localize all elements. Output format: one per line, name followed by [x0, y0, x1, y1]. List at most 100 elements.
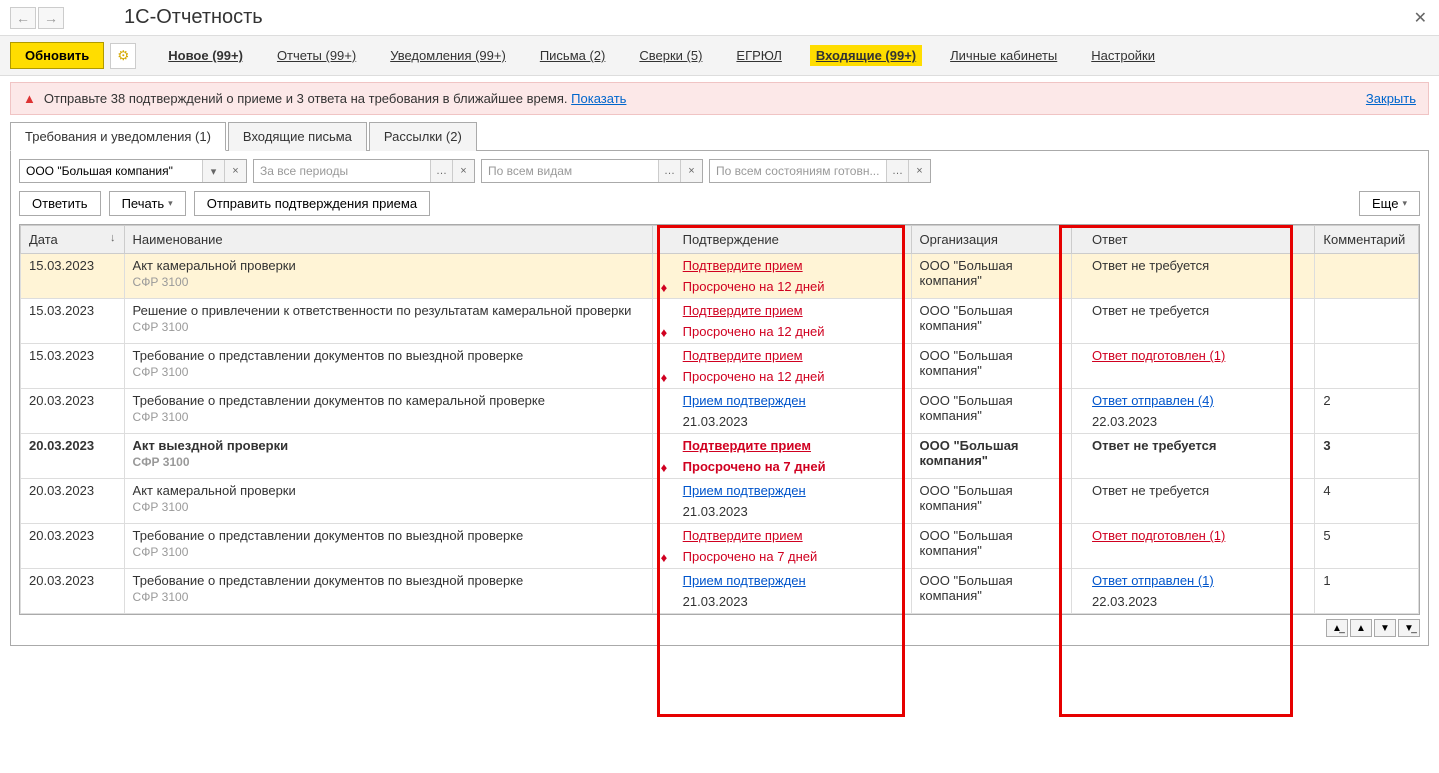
org-text: ООО "Большая компания": [920, 573, 1013, 603]
col-header-com[interactable]: Комментарий: [1315, 226, 1419, 254]
tab-1[interactable]: Входящие письма: [228, 122, 367, 151]
filter-org-dropdown[interactable]: ▾: [202, 160, 224, 182]
nav-link-4[interactable]: Сверки (5): [633, 45, 708, 66]
confirmation-sub: Просрочено на 12 дней: [683, 279, 825, 294]
row-subtitle: СФР 3100: [133, 320, 644, 334]
table-row[interactable]: 15.03.2023 Решение о привлечении к ответс…: [21, 299, 1419, 344]
table-row[interactable]: 15.03.2023Акт камеральной проверкиСФР 31…: [21, 254, 1419, 299]
filter-type-more[interactable]: …: [658, 160, 680, 182]
date-text: 20.03.2023: [29, 393, 116, 408]
cell-comment: 4: [1315, 479, 1419, 524]
table-nav-footer: ▲̲ ▲ ▼ ▼̲: [19, 615, 1420, 637]
confirmation-link[interactable]: Подтвердите прием: [683, 528, 903, 543]
filter-type-input[interactable]: [482, 160, 658, 182]
gear-icon: ⚙: [117, 48, 129, 64]
table-row[interactable]: 15.03.2023Требование о представлении док…: [21, 344, 1419, 389]
cell-org: ООО "Большая компания": [911, 254, 1072, 299]
cell-comment: [1315, 299, 1419, 344]
row-title: Акт камеральной проверки: [133, 258, 644, 273]
filter-period-more[interactable]: …: [430, 160, 452, 182]
answer-link[interactable]: Ответ отправлен (4): [1092, 393, 1306, 408]
nav-link-3[interactable]: Письма (2): [534, 45, 612, 66]
table-row[interactable]: 20.03.2023Акт выездной проверкиСФР 3100♦…: [21, 434, 1419, 479]
confirmation-link[interactable]: Подтвердите прием: [683, 303, 903, 318]
more-button[interactable]: Еще ▾: [1359, 191, 1420, 216]
nav-forward-button[interactable]: →: [38, 7, 64, 29]
col-header-conf[interactable]: Подтверждение: [652, 226, 911, 254]
cell-comment: 1: [1315, 569, 1419, 614]
filter-period-input[interactable]: [254, 160, 430, 182]
date-text: 15.03.2023: [29, 303, 116, 318]
table-row[interactable]: 20.03.2023Требование о представлении док…: [21, 524, 1419, 569]
cell-answer: Ответ подготовлен (1): [1072, 524, 1315, 569]
titlebar: ← → 1С-Отчетность ✕: [0, 0, 1439, 36]
row-title: Требование о представлении документов по…: [133, 528, 644, 543]
answer-link[interactable]: Ответ подготовлен (1): [1092, 528, 1306, 543]
answer-link[interactable]: Ответ подготовлен (1): [1092, 348, 1306, 363]
nav-link-1[interactable]: Отчеты (99+): [271, 45, 362, 66]
filter-period-clear[interactable]: ×: [452, 160, 474, 182]
cell-comment: 3: [1315, 434, 1419, 479]
nav-link-6[interactable]: Входящие (99+): [810, 45, 922, 66]
nav-back-button[interactable]: ←: [10, 7, 36, 29]
filter-type-clear[interactable]: ×: [680, 160, 702, 182]
cell-name: Решение о привлечении к ответственности …: [124, 299, 652, 344]
nav-link-8[interactable]: Настройки: [1085, 45, 1161, 66]
fire-icon: ♦: [661, 460, 675, 475]
reply-button[interactable]: Ответить: [19, 191, 101, 216]
col-header-org[interactable]: Организация: [911, 226, 1072, 254]
scroll-up-button[interactable]: ▲: [1350, 619, 1372, 637]
table-header-row: Дата ↓ Наименование Подтверждение Органи…: [21, 226, 1419, 254]
col-header-ans-label: Ответ: [1092, 232, 1128, 247]
filter-row: ▾ × … × … × … ×: [19, 159, 1420, 183]
filter-org-clear[interactable]: ×: [224, 160, 246, 182]
close-icon[interactable]: ✕: [1414, 8, 1427, 28]
cell-name: Акт камеральной проверкиСФР 3100: [124, 254, 652, 299]
confirmation-link[interactable]: Подтвердите прием: [683, 348, 903, 363]
nav-link-7[interactable]: Личные кабинеты: [944, 45, 1063, 66]
settings-gear-button[interactable]: ⚙: [110, 43, 136, 69]
row-subtitle: СФР 3100: [133, 455, 644, 469]
org-text: ООО "Большая компания": [920, 438, 1019, 468]
table-row[interactable]: 20.03.2023Требование о представлении док…: [21, 569, 1419, 614]
filter-state-clear[interactable]: ×: [908, 160, 930, 182]
filter-org-input[interactable]: [20, 160, 202, 182]
alert-show-link[interactable]: Показать: [571, 91, 626, 106]
cell-org: ООО "Большая компания": [911, 479, 1072, 524]
filter-state-input[interactable]: [710, 160, 886, 182]
answer-link[interactable]: Ответ отправлен (1): [1092, 573, 1306, 588]
refresh-button[interactable]: Обновить: [10, 42, 104, 69]
col-header-date[interactable]: Дата ↓: [21, 226, 125, 254]
row-subtitle: СФР 3100: [133, 545, 644, 559]
col-header-ans[interactable]: Ответ: [1072, 226, 1315, 254]
send-confirmations-button[interactable]: Отправить подтверждения приема: [194, 191, 430, 216]
print-label: Печать: [122, 196, 165, 211]
cell-org: ООО "Большая компания": [911, 344, 1072, 389]
confirmation-link[interactable]: Прием подтвержден: [683, 393, 903, 408]
print-button[interactable]: Печать ▾: [109, 191, 186, 216]
scroll-down-button[interactable]: ▼: [1374, 619, 1396, 637]
confirmation-link[interactable]: Подтвердите прием: [683, 438, 903, 453]
nav-link-2[interactable]: Уведомления (99+): [384, 45, 512, 66]
table-row[interactable]: 20.03.2023Акт камеральной проверкиСФР 31…: [21, 479, 1419, 524]
filter-state: … ×: [709, 159, 931, 183]
scroll-bottom-button[interactable]: ▼̲: [1398, 619, 1420, 637]
confirmation-link[interactable]: Прием подтвержден: [683, 573, 903, 588]
col-header-name[interactable]: Наименование: [124, 226, 652, 254]
filter-state-more[interactable]: …: [886, 160, 908, 182]
confirmation-link[interactable]: Прием подтвержден: [683, 483, 903, 498]
confirmation-link[interactable]: Подтвердите прием: [683, 258, 903, 273]
chevron-down-icon: ▾: [168, 198, 173, 209]
tab-0[interactable]: Требования и уведомления (1): [10, 122, 226, 151]
nav-link-5[interactable]: ЕГРЮЛ: [730, 45, 787, 66]
alert-close-link[interactable]: Закрыть: [1366, 91, 1416, 106]
date-text: 20.03.2023: [29, 483, 116, 498]
cell-date: 20.03.2023: [21, 389, 125, 434]
tab-2[interactable]: Рассылки (2): [369, 122, 477, 151]
table-row[interactable]: 20.03.2023Требование о представлении док…: [21, 389, 1419, 434]
scroll-top-button[interactable]: ▲̲: [1326, 619, 1348, 637]
nav-link-0[interactable]: Новое (99+): [162, 45, 249, 66]
filter-org: ▾ ×: [19, 159, 247, 183]
cell-confirmation: Прием подтвержден21.03.2023: [652, 479, 911, 524]
date-text: 20.03.2023: [29, 438, 116, 453]
